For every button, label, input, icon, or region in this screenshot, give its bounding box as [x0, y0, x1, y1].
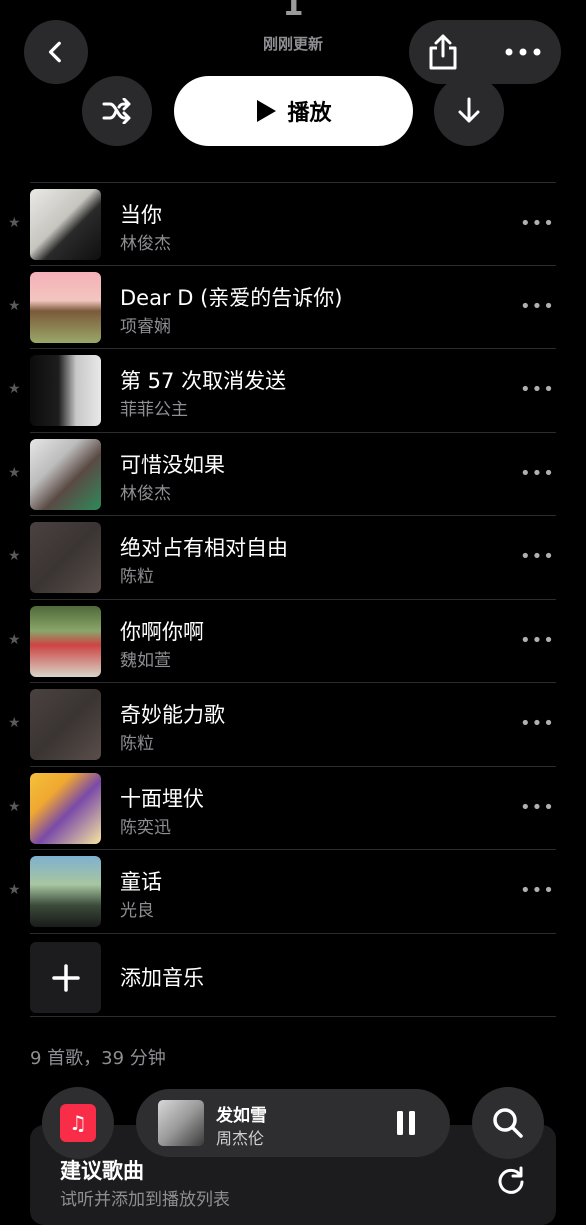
- star-icon: ★: [8, 799, 21, 815]
- mini-player[interactable]: 发如雪 周杰伦: [136, 1089, 450, 1157]
- suggested-title: 建议歌曲: [60, 1159, 144, 1183]
- song-title: 第 57 次取消发送: [120, 369, 287, 393]
- album-art: [30, 355, 101, 426]
- back-button[interactable]: [24, 20, 88, 84]
- song-more-button[interactable]: •••: [520, 797, 555, 818]
- more-options-button[interactable]: [499, 28, 547, 76]
- album-art: [30, 522, 101, 593]
- share-button[interactable]: [419, 28, 467, 76]
- plus-icon: [51, 963, 80, 992]
- song-row[interactable]: ★ 当你 林俊杰 •••: [0, 183, 586, 266]
- song-row[interactable]: ★ 你啊你啊 魏如萱 •••: [0, 600, 586, 683]
- song-title: 童话: [120, 870, 162, 894]
- now-playing-art: [158, 1100, 204, 1146]
- album-art: [30, 272, 101, 343]
- album-art: [30, 773, 101, 844]
- song-more-button[interactable]: •••: [520, 379, 555, 400]
- add-music-label[interactable]: 添加音乐: [120, 962, 204, 992]
- song-title: 你啊你啊: [120, 620, 204, 644]
- chevron-left-icon: [48, 41, 61, 63]
- song-artist: 陈粒: [120, 734, 154, 754]
- download-button[interactable]: [434, 76, 504, 146]
- play-label: 播放: [287, 101, 332, 126]
- song-more-button[interactable]: •••: [520, 880, 555, 901]
- album-art: [30, 689, 101, 760]
- shuffle-icon: [102, 98, 131, 124]
- ellipsis-icon: [505, 48, 541, 56]
- now-playing-artist: 周杰伦: [216, 1129, 265, 1148]
- song-row[interactable]: ★ 童话 光良 •••: [0, 850, 586, 933]
- search-button[interactable]: [472, 1087, 544, 1159]
- song-more-button[interactable]: •••: [520, 630, 555, 651]
- song-artist: 光良: [120, 901, 154, 921]
- star-icon: ★: [8, 632, 21, 648]
- song-more-button[interactable]: •••: [520, 713, 555, 734]
- refresh-icon[interactable]: [496, 1165, 526, 1195]
- row-divider: [30, 1016, 556, 1017]
- share-icon: [429, 34, 457, 70]
- song-artist: 陈奕迅: [120, 818, 171, 838]
- song-title: 当你: [120, 203, 162, 227]
- song-row[interactable]: ★ Dear D (亲爱的告诉你) 项睿娴 •••: [0, 266, 586, 349]
- star-icon: ★: [8, 465, 21, 481]
- song-title: Dear D (亲爱的告诉你): [120, 286, 343, 310]
- song-artist: 陈粒: [120, 567, 154, 587]
- album-art: [30, 856, 101, 927]
- now-playing-title: 发如雪: [216, 1106, 267, 1126]
- star-icon: ★: [8, 715, 21, 731]
- star-icon: ★: [8, 381, 21, 397]
- song-artist: 林俊杰: [120, 484, 171, 504]
- song-title: 绝对占有相对自由: [120, 536, 288, 560]
- star-icon: ★: [8, 882, 21, 898]
- playlist-summary: 9 首歌，39 分钟: [30, 1048, 166, 1069]
- song-artist: 项睿娴: [120, 317, 171, 337]
- song-row[interactable]: ★ 十面埋伏 陈奕迅 •••: [0, 767, 586, 850]
- song-title: 奇妙能力歌: [120, 703, 225, 727]
- add-music-button[interactable]: [30, 942, 101, 1013]
- song-row[interactable]: ★ 奇妙能力歌 陈粒 •••: [0, 683, 586, 766]
- download-icon: [458, 97, 480, 123]
- star-icon: ★: [8, 548, 21, 564]
- song-artist: 魏如萱: [120, 651, 171, 671]
- song-title: 十面埋伏: [120, 787, 204, 811]
- shuffle-button[interactable]: [82, 76, 152, 146]
- album-art: [30, 189, 101, 260]
- song-title: 可惜没如果: [120, 453, 225, 477]
- header-actions: [409, 20, 561, 84]
- star-icon: ★: [8, 298, 21, 314]
- row-divider: [30, 933, 556, 934]
- music-library-icon: ♫: [60, 1104, 96, 1142]
- pause-icon: [397, 1111, 415, 1135]
- play-icon: [257, 100, 277, 122]
- song-row[interactable]: ★ 可惜没如果 林俊杰 •••: [0, 433, 586, 516]
- album-art: [30, 606, 101, 677]
- song-artist: 菲菲公主: [120, 400, 188, 420]
- song-more-button[interactable]: •••: [520, 213, 555, 234]
- suggested-subtitle: 试听并添加到播放列表: [60, 1190, 230, 1210]
- song-more-button[interactable]: •••: [520, 463, 555, 484]
- star-icon: ★: [8, 215, 21, 231]
- song-artist: 林俊杰: [120, 234, 171, 254]
- song-more-button[interactable]: •••: [520, 296, 555, 317]
- search-icon: [493, 1108, 523, 1138]
- song-row[interactable]: ★ 第 57 次取消发送 菲菲公主 •••: [0, 349, 586, 432]
- album-art: [30, 439, 101, 510]
- song-row[interactable]: ★ 绝对占有相对自由 陈粒 •••: [0, 516, 586, 599]
- pause-button[interactable]: [392, 1109, 420, 1137]
- play-button[interactable]: 播放: [174, 76, 413, 146]
- music-app-button[interactable]: ♫: [42, 1087, 114, 1159]
- song-more-button[interactable]: •••: [520, 546, 555, 567]
